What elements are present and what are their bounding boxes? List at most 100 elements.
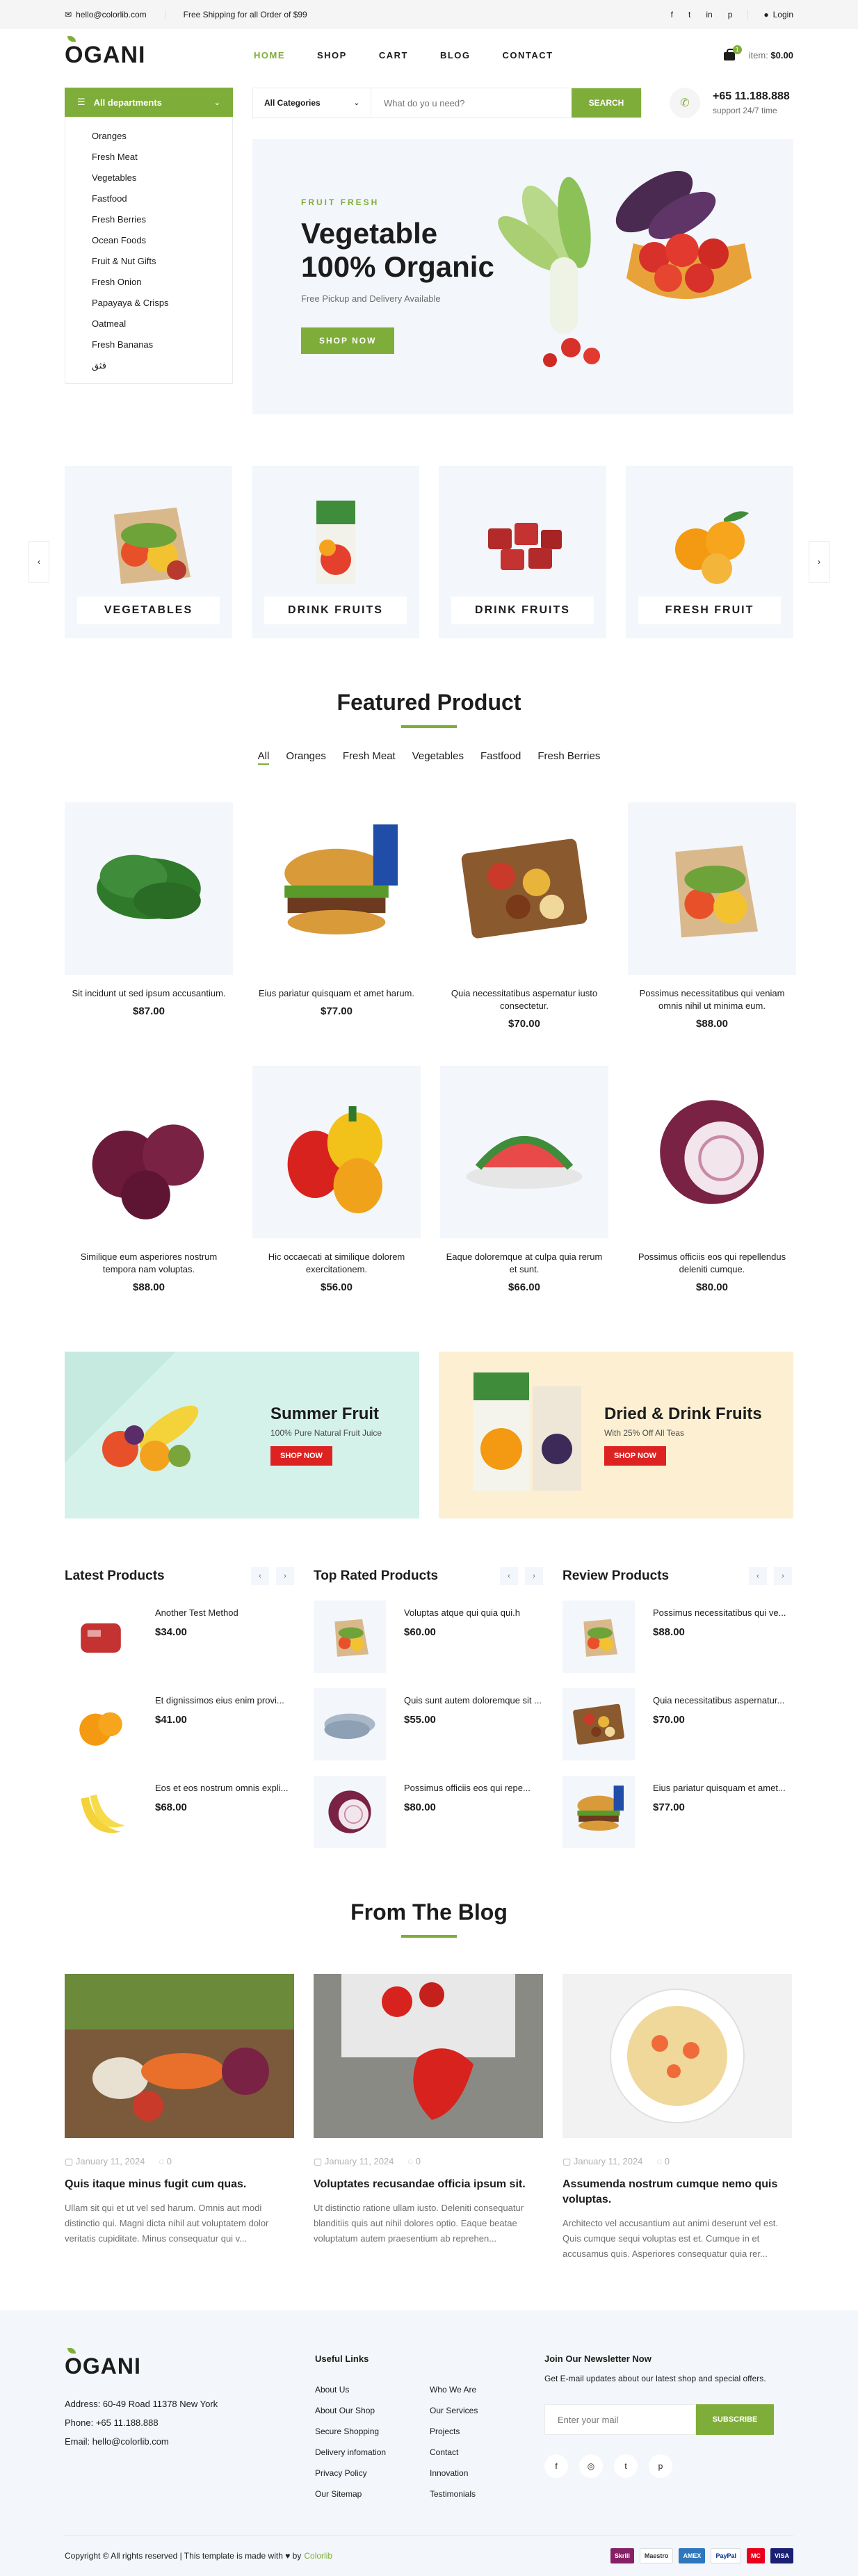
list-item[interactable]: Quis sunt autem doloremque sit ... $55.00	[314, 1688, 543, 1760]
list-item[interactable]: Et dignissimos eius enim provi... $41.00	[65, 1688, 294, 1760]
list-item[interactable]: Possimus officiis eos qui repe... $80.00	[314, 1776, 543, 1848]
list-item[interactable]: Voluptas atque qui quia qui.h $60.00	[314, 1601, 543, 1673]
list-item-thumbnail[interactable]	[562, 1688, 635, 1760]
list-item-thumbnail[interactable]	[314, 1688, 386, 1760]
product-card[interactable]: Eius pariatur quisquam et amet harum. $77…	[252, 802, 421, 1030]
promo-banner[interactable]: Dried & Drink Fruits With 25% Off All Te…	[439, 1352, 793, 1518]
product-image[interactable]	[440, 1066, 608, 1238]
nav-home[interactable]: HOME	[254, 50, 285, 60]
list-item-name[interactable]: Possimus necessitatibus qui ve...	[653, 1607, 792, 1618]
post-title[interactable]: Quis itaque minus fugit cum quas.	[65, 2177, 294, 2192]
list-item-thumbnail[interactable]	[65, 1776, 137, 1848]
list-item-thumbnail[interactable]	[562, 1776, 635, 1848]
filter-tab[interactable]: Fresh Meat	[343, 750, 396, 765]
search-button[interactable]: SEARCH	[572, 88, 641, 118]
footer-link[interactable]: Contact	[430, 2442, 544, 2463]
department-item[interactable]: Fresh Berries	[92, 209, 232, 230]
post-title[interactable]: Voluptates recusandae officia ipsum sit.	[314, 2177, 543, 2192]
carousel-next-button[interactable]: ›	[809, 541, 829, 583]
list-item-thumbnail[interactable]	[65, 1601, 137, 1673]
category-card[interactable]: DRINK FRUITS	[252, 466, 419, 638]
footer-link[interactable]: About Our Shop	[315, 2400, 430, 2421]
pinterest-icon[interactable]: p	[728, 10, 733, 19]
product-card[interactable]: Eaque doloremque at culpa quia rerum et …	[440, 1066, 608, 1293]
nav-blog[interactable]: BLOG	[440, 50, 471, 60]
footer-logo[interactable]: OGANI	[65, 2348, 315, 2379]
list-item[interactable]: Quia necessitatibus aspernatur... $70.00	[562, 1688, 792, 1760]
blog-post[interactable]: ▢ January 11, 2024 ◌ 0 Voluptates recusand…	[314, 1974, 543, 2262]
product-name[interactable]: Possimus officiis eos qui repellendus de…	[628, 1251, 796, 1276]
promo-shop-now-button[interactable]: SHOP NOW	[604, 1446, 666, 1466]
category-card[interactable]: VEGETABLES	[65, 466, 232, 638]
search-input[interactable]	[371, 88, 572, 118]
category-card[interactable]: DRINK FRUITS	[439, 466, 606, 638]
department-item[interactable]: Fresh Meat	[92, 147, 232, 168]
carousel-prev-button[interactable]: ‹	[29, 541, 49, 583]
product-card[interactable]: Possimus officiis eos qui repellendus de…	[628, 1066, 796, 1293]
product-image[interactable]	[252, 1066, 421, 1238]
linkedin-icon[interactable]: in	[706, 10, 712, 19]
footer-link[interactable]: About Us	[315, 2379, 430, 2400]
filter-tab[interactable]: All	[257, 750, 270, 765]
list-item-thumbnail[interactable]	[65, 1688, 137, 1760]
department-item[interactable]: فثق	[92, 355, 232, 376]
blog-post[interactable]: ▢ January 11, 2024 ◌ 0 Quis itaque minus f…	[65, 1974, 294, 2262]
footer-link[interactable]: Delivery infomation	[315, 2442, 430, 2463]
list-item[interactable]: Possimus necessitatibus qui ve... $88.00	[562, 1601, 792, 1673]
product-name[interactable]: Hic occaecati at similique dolorem exerc…	[252, 1251, 421, 1276]
product-image[interactable]	[628, 802, 796, 975]
category-select[interactable]: All Categories ⌄	[253, 88, 371, 118]
chevron-left-icon[interactable]: ‹	[749, 1567, 767, 1585]
footer-link[interactable]: Innovation	[430, 2463, 544, 2484]
nav-shop[interactable]: SHOP	[317, 50, 347, 60]
promo-shop-now-button[interactable]: SHOP NOW	[270, 1446, 332, 1466]
promo-banner[interactable]: Summer Fruit 100% Pure Natural Fruit Jui…	[65, 1352, 419, 1518]
filter-tab[interactable]: Fastfood	[480, 750, 521, 765]
department-item[interactable]: Papayaya & Crisps	[92, 293, 232, 314]
filter-tab[interactable]: Vegetables	[412, 750, 464, 765]
facebook-icon[interactable]: f	[671, 10, 673, 19]
list-item[interactable]: Another Test Method $34.00	[65, 1601, 294, 1673]
department-item[interactable]: Oranges	[92, 126, 232, 147]
product-image[interactable]	[65, 802, 233, 975]
nav-contact[interactable]: CONTACT	[503, 50, 553, 60]
product-image[interactable]	[65, 1066, 233, 1238]
nav-cart[interactable]: CART	[379, 50, 408, 60]
list-item-name[interactable]: Voluptas atque qui quia qui.h	[404, 1607, 543, 1618]
newsletter-email-input[interactable]	[544, 2404, 696, 2435]
list-item-thumbnail[interactable]	[314, 1776, 386, 1848]
footer-link[interactable]: Projects	[430, 2421, 544, 2442]
product-name[interactable]: Possimus necessitatibus qui veniam omnis…	[628, 987, 796, 1012]
shop-now-button[interactable]: SHOP NOW	[301, 327, 395, 354]
list-item-name[interactable]: Another Test Method	[155, 1607, 294, 1618]
chevron-right-icon[interactable]: ›	[276, 1567, 294, 1585]
filter-tab[interactable]: Oranges	[286, 750, 326, 765]
login-link[interactable]: ● Login	[747, 10, 793, 19]
product-card[interactable]: Similique eum asperiores nostrum tempora…	[65, 1066, 233, 1293]
instagram-icon[interactable]: ◎	[579, 2454, 603, 2478]
department-item[interactable]: Fastfood	[92, 188, 232, 209]
product-image[interactable]	[628, 1066, 796, 1238]
product-name[interactable]: Eius pariatur quisquam et amet harum.	[252, 987, 421, 1000]
chevron-right-icon[interactable]: ›	[525, 1567, 543, 1585]
list-item[interactable]: Eos et eos nostrum omnis expli... $68.00	[65, 1776, 294, 1848]
category-card[interactable]: FRESH FRUIT	[626, 466, 793, 638]
blog-post-image[interactable]	[562, 1974, 792, 2138]
list-item[interactable]: Eius pariatur quisquam et amet... $77.00	[562, 1776, 792, 1848]
chevron-left-icon[interactable]: ‹	[500, 1567, 518, 1585]
blog-post-image[interactable]	[65, 1974, 294, 2138]
list-item-name[interactable]: Eos et eos nostrum omnis expli...	[155, 1783, 294, 1793]
blog-post-image[interactable]	[314, 1974, 543, 2138]
department-item[interactable]: Ocean Foods	[92, 230, 232, 251]
cart-icon[interactable]: 1	[723, 45, 742, 60]
header-email[interactable]: ✉ hello@colorlib.com	[65, 10, 165, 19]
subscribe-button[interactable]: SUBSCRIBE	[696, 2404, 774, 2435]
product-card[interactable]: Quia necessitatibus aspernatur iusto con…	[440, 802, 608, 1030]
product-card[interactable]: Possimus necessitatibus qui veniam omnis…	[628, 802, 796, 1030]
product-image[interactable]	[252, 802, 421, 975]
logo[interactable]: OGANI	[65, 35, 254, 69]
product-name[interactable]: Quia necessitatibus aspernatur iusto con…	[440, 987, 608, 1012]
blog-post[interactable]: ▢ January 11, 2024 ◌ 0 Assumenda nostrum c…	[562, 1974, 792, 2262]
footer-link[interactable]: Privacy Policy	[315, 2463, 430, 2484]
all-departments-button[interactable]: ☰ All departments ⌄	[65, 88, 233, 117]
